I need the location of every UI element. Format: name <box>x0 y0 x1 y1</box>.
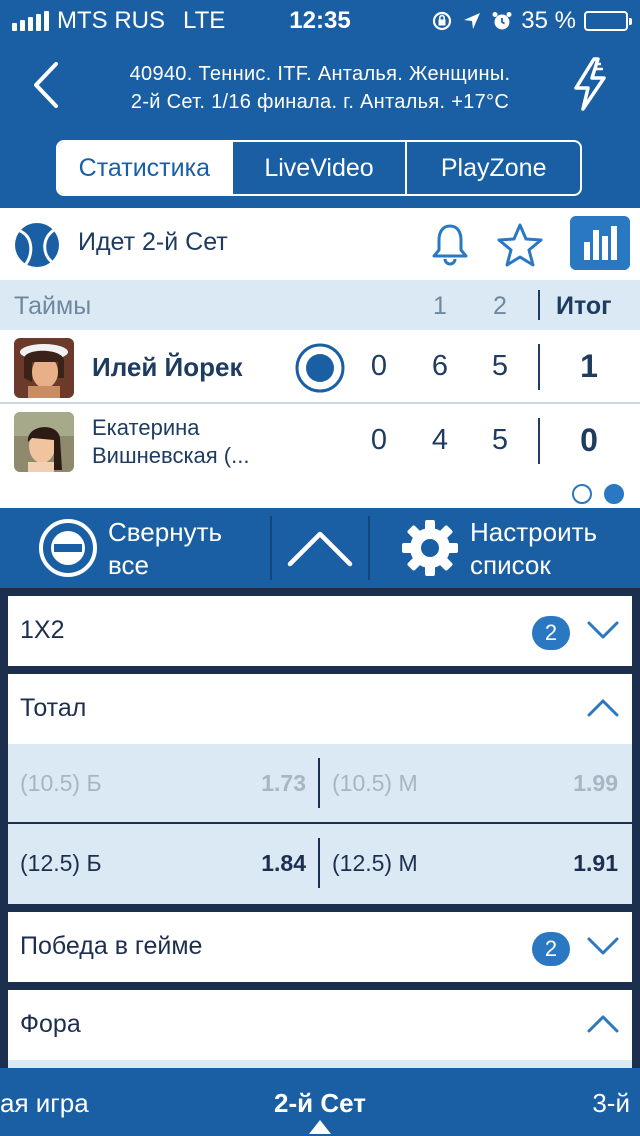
alarm-icon <box>492 12 512 30</box>
player-name-line1: Екатерина <box>92 415 200 440</box>
configure-label-line2: список <box>470 550 551 580</box>
market-title: Фора <box>20 1010 81 1038</box>
set2-score: 5 <box>491 350 509 382</box>
favorite-star-icon[interactable] <box>496 222 544 268</box>
odds-value: 1.91 <box>573 850 618 876</box>
location-icon <box>464 13 481 29</box>
total-score: 0 <box>580 422 598 458</box>
set1-header: 1 <box>433 292 447 320</box>
player-avatar <box>14 412 74 472</box>
player-name: Илей Йорек <box>92 352 243 382</box>
collapse-icon <box>39 519 97 577</box>
odds-label: (10.5) М <box>332 770 418 796</box>
total-score: 1 <box>580 348 598 384</box>
app-header: MTS RUS LTE 12:35 35 % 40940. Теннис. IT… <box>0 0 640 208</box>
page-dot[interactable] <box>572 484 592 504</box>
score-header-row: Таймы 1 2 Итог <box>0 280 640 330</box>
odds-over-cell: (10.5) Б 1.73 <box>8 744 318 824</box>
match-title-line1: 40940. Теннис. ITF. Анталья. Женщины. <box>129 63 511 85</box>
market-total: Тотал (10.5) Б 1.73 (10.5) М 1.99 (12.5)… <box>8 674 632 904</box>
set1-score: 4 <box>431 424 449 456</box>
match-title: 40940. Теннис. ITF. Анталья. Женщины. 2-… <box>80 60 560 116</box>
status-bar: MTS RUS LTE 12:35 35 % <box>0 0 640 40</box>
odds-value: 1.99 <box>573 770 618 796</box>
score-card: Идет 2-й Сет Таймы 1 2 Итог Илей Йорек 0… <box>0 208 640 508</box>
odds-over-cell[interactable]: (12.5) Б 1.84 <box>8 824 318 904</box>
action-bar: Свернуть все Настроить список <box>0 508 640 588</box>
divider <box>538 344 540 390</box>
player-row[interactable]: Екатерина Вишневская (... 0 4 5 0 <box>0 404 640 478</box>
tab-livevideo[interactable]: LiveVideo <box>233 142 408 194</box>
collapse-label-line1: Свернуть <box>108 517 223 547</box>
market-1x2[interactable]: 1X2 2 <box>8 596 632 666</box>
odds-label: (12.5) М <box>332 850 418 876</box>
count-badge: 2 <box>532 932 570 966</box>
divider <box>538 418 540 464</box>
current-period-tab[interactable]: 2-й Сет <box>0 1088 640 1119</box>
odds-under-cell[interactable]: (12.5) М 1.91 <box>320 824 630 904</box>
player-name: Екатерина Вишневская (... <box>92 414 249 470</box>
market-game-win[interactable]: Победа в гейме 2 <box>8 912 632 982</box>
markets-list: 1X2 2 Тотал (10.5) Б 1.73 (10.5) М 1.99 … <box>0 588 640 1068</box>
live-status-text: Идет 2-й Сет <box>78 228 228 256</box>
configure-label-line1: Настроить <box>470 517 598 547</box>
set-navigation: ая игра 2-й Сет 3-й <box>0 1068 640 1136</box>
configure-list-button[interactable]: Настроить список <box>370 508 640 588</box>
chevron-down-icon[interactable] <box>586 618 620 642</box>
market-body-edge <box>8 1060 632 1068</box>
divider <box>538 290 540 320</box>
odds-label: (10.5) Б <box>20 770 102 796</box>
market-title: Тотал <box>20 694 87 722</box>
bell-icon[interactable] <box>430 222 470 266</box>
set1-score: 6 <box>431 350 449 382</box>
count-badge: 2 <box>532 616 570 650</box>
view-tabs: Статистика LiveVideo PlayZone <box>56 140 582 196</box>
page-indicator <box>572 484 624 504</box>
odds-value: 1.73 <box>261 770 306 796</box>
odds-value: 1.84 <box>261 850 306 876</box>
odds-row: (10.5) Б 1.73 (10.5) М 1.99 <box>8 744 632 824</box>
chevron-down-icon[interactable] <box>586 934 620 958</box>
player-name-line2: Вишневская (... <box>92 443 250 468</box>
battery-icon <box>584 11 632 31</box>
orientation-lock-icon <box>433 11 452 31</box>
game-score: 0 <box>370 424 388 456</box>
odds-label: (12.5) Б <box>20 850 102 876</box>
chevron-up-icon <box>287 531 353 567</box>
statistics-chart-button[interactable] <box>570 216 630 270</box>
battery-percent: 35 % <box>521 7 576 34</box>
current-indicator-caret <box>309 1120 331 1134</box>
game-score: 0 <box>370 350 388 382</box>
odds-under-cell: (10.5) М 1.99 <box>320 744 630 824</box>
back-chevron-icon[interactable] <box>28 60 68 110</box>
scroll-up-button[interactable] <box>272 508 368 588</box>
set2-score: 5 <box>491 424 509 456</box>
total-header: Итог <box>556 292 612 320</box>
market-title: Победа в гейме <box>20 932 203 960</box>
match-title-line2: 2-й Сет. 1/16 финала. г. Анталья. +17°С <box>130 91 510 113</box>
lightning-icon[interactable] <box>570 56 610 112</box>
chevron-up-icon[interactable] <box>586 696 620 720</box>
set2-header: 2 <box>493 292 507 320</box>
periods-label: Таймы <box>14 292 92 320</box>
page-dot-active[interactable] <box>604 484 624 504</box>
market-handicap[interactable]: Фора <box>8 990 632 1068</box>
collapse-all-button[interactable]: Свернуть все <box>0 508 270 588</box>
serving-indicator-icon <box>295 343 345 393</box>
player-row[interactable]: Илей Йорек 0 6 5 1 <box>0 330 640 404</box>
player-avatar <box>14 338 74 398</box>
tennis-ball-icon <box>15 223 59 267</box>
chevron-up-icon[interactable] <box>586 1012 620 1036</box>
market-title: 1X2 <box>20 616 65 644</box>
odds-row: (12.5) Б 1.84 (12.5) М 1.91 <box>8 824 632 904</box>
next-period-tab[interactable]: 3-й <box>592 1088 630 1119</box>
tab-playzone[interactable]: PlayZone <box>407 142 580 194</box>
collapse-label-line2: все <box>108 550 149 580</box>
gear-icon <box>402 520 458 576</box>
tab-statistics[interactable]: Статистика <box>58 142 233 194</box>
live-status-row: Идет 2-й Сет <box>0 208 640 280</box>
